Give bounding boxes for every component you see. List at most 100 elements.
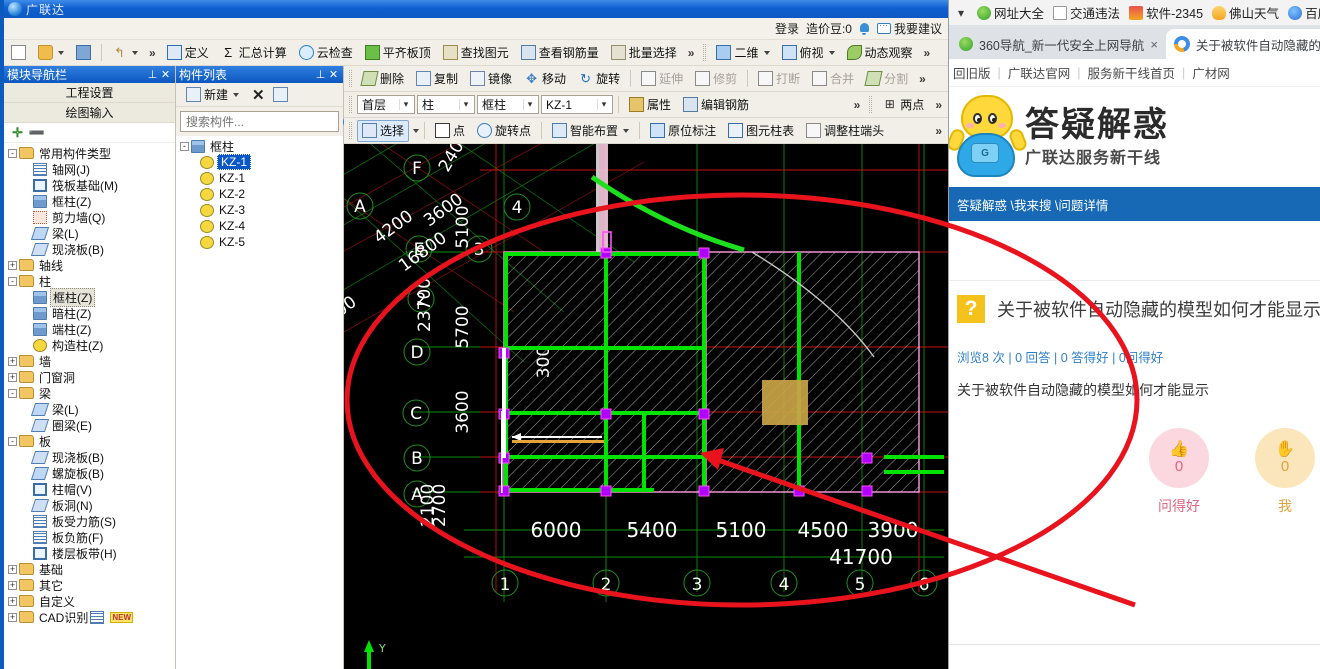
bookmark-site-directory[interactable]: 网址大全 [977, 3, 1044, 22]
tree-node[interactable]: 现浇板(B) [4, 449, 175, 465]
tree-node[interactable]: 螺旋板(B) [4, 465, 175, 481]
nav-button-project-settings[interactable]: 工程设置 [4, 83, 175, 103]
chevron-down-icon[interactable] [623, 128, 630, 133]
cloud-check-button[interactable]: 云检查 [294, 42, 358, 64]
site-nav-old-version[interactable]: 回旧版 [953, 63, 991, 82]
延伸-button[interactable]: 延伸 [636, 68, 688, 90]
tree-toggle-icon[interactable]: + [8, 564, 17, 574]
bookmark-foshan-weather[interactable]: 佛山天气 [1212, 3, 1279, 22]
打断-button[interactable]: 打断 [753, 68, 805, 90]
component-item[interactable]: KZ-1 [176, 154, 343, 170]
tree-node[interactable]: + 门窗洞 [4, 369, 175, 385]
view-2d-button[interactable]: 二维 [711, 42, 774, 64]
component-item[interactable]: KZ-5 [176, 234, 343, 250]
tree-node[interactable]: -板 [4, 433, 175, 449]
toolbar-overflow-2[interactable]: » [684, 46, 699, 60]
bookmark-traffic-violation[interactable]: 交通违法 [1053, 3, 1120, 22]
tree-node[interactable]: 梁(L) [4, 225, 175, 241]
component-item[interactable]: KZ-2 [176, 186, 343, 202]
tree-toggle-icon[interactable]: + [8, 580, 17, 590]
合并-button[interactable]: 合并 [807, 68, 859, 90]
vote-good-question-button[interactable]: 👍 0 问得好 [1149, 428, 1209, 516]
tree-node[interactable]: 板受力筋(S) [4, 513, 175, 529]
category-combo[interactable]: 柱 ▾ [417, 95, 475, 114]
tree-toggle-icon[interactable]: + [8, 372, 17, 382]
component-item[interactable]: KZ-4 [176, 218, 343, 234]
tree-node[interactable]: -梁 [4, 385, 175, 401]
type-combo[interactable]: 框柱 ▾ [477, 95, 539, 114]
tree-node[interactable]: + 墙 [4, 353, 175, 369]
dynamic-orbit-button[interactable]: 动态观察 [842, 42, 918, 64]
vote-me-too-button[interactable]: ✋ 0 我 [1255, 428, 1315, 516]
two-point-button[interactable]: ⊞ 两点 [877, 94, 929, 116]
context-toolbar-overflow[interactable]: » [850, 98, 865, 112]
summary-calc-button[interactable]: Σ 汇总计算 [216, 42, 292, 64]
tab-close-icon[interactable]: × [1150, 37, 1158, 52]
tree-node[interactable]: - 常用构件类型 [4, 145, 175, 161]
pin-icon[interactable]: ⊥ [146, 68, 159, 81]
chevron-down-icon[interactable] [763, 50, 770, 55]
site-nav-material[interactable]: 广材网 [1192, 63, 1230, 82]
tree-node[interactable]: 圈梁(E) [4, 417, 175, 433]
tree-toggle-icon[interactable]: - [8, 436, 17, 446]
define-button[interactable]: 定义 [162, 42, 214, 64]
edit-toolbar-overflow[interactable]: » [915, 72, 930, 86]
adjust-column-head-button[interactable]: 调整柱端头 [801, 120, 889, 142]
chevron-down-icon[interactable] [132, 50, 138, 55]
new-component-button[interactable]: 新建 [181, 84, 244, 106]
tree-node[interactable]: 暗柱(Z) [4, 305, 175, 321]
bookmark-baidu[interactable]: 百度 [1288, 3, 1320, 22]
tree-toggle-icon[interactable]: + [8, 612, 17, 622]
site-nav-service-home[interactable]: 服务新干线首页 [1088, 63, 1176, 82]
tree-node[interactable]: 柱帽(V) [4, 481, 175, 497]
find-element-button[interactable]: 查找图元 [438, 42, 514, 64]
suggest-button[interactable]: 我要建议 [876, 20, 942, 37]
delete-component-button[interactable]: ✕ [252, 86, 265, 104]
bookmarks-overflow-icon[interactable]: ▾ [954, 6, 968, 20]
tree-node[interactable]: + 轴线 [4, 257, 175, 273]
component-search-box[interactable] [180, 111, 357, 132]
collapse-all-icon[interactable]: ➖ [29, 125, 45, 141]
chevron-down-icon[interactable] [828, 50, 835, 55]
tree-node[interactable]: 楼层板带(H) [4, 545, 175, 561]
tree-toggle-icon[interactable]: - [180, 141, 189, 151]
top-view-button[interactable]: 俯视 [777, 42, 840, 64]
smart-layout-button[interactable]: 智能布置 [547, 120, 634, 142]
close-icon[interactable]: ✕ [159, 68, 172, 81]
tree-toggle-icon[interactable]: + [8, 596, 17, 606]
toolbar-grip[interactable] [349, 70, 352, 87]
tree-toggle-icon[interactable]: - [8, 276, 17, 286]
search-input[interactable] [184, 113, 343, 130]
复制-button[interactable]: 复制 [411, 68, 463, 90]
login-link[interactable]: 登录 [775, 20, 799, 37]
tree-node[interactable]: 框柱(Z) [4, 193, 175, 209]
open-file-button[interactable] [33, 42, 69, 64]
cad-drawing-canvas[interactable]: FA E2 DC BA 43 12 34 56 4200 3600 16800 … [344, 66, 948, 669]
tree-node[interactable]: + 自定义 [4, 593, 175, 609]
batch-select-button[interactable]: 批量选择 [606, 42, 682, 64]
chevron-down-icon[interactable]: ▾ [399, 99, 412, 110]
修剪-button[interactable]: 修剪 [690, 68, 742, 90]
browser-tab-question[interactable]: 关于被软件自动隐藏的模型 [1165, 29, 1320, 59]
tree-node[interactable]: 板负筋(F) [4, 529, 175, 545]
pin-icon[interactable]: ⊥ [314, 68, 327, 81]
toolbar-overflow-3[interactable]: » [920, 46, 935, 60]
property-button[interactable]: 属性 [624, 94, 676, 116]
toolbar-overflow-1[interactable]: » [145, 46, 160, 60]
toolbar-grip[interactable] [703, 44, 707, 61]
point-tool-button[interactable]: 点 [430, 120, 470, 142]
tree-node[interactable]: 筏板基础(M) [4, 177, 175, 193]
tree-node[interactable]: 板洞(N) [4, 497, 175, 513]
tree-node[interactable]: + 基础 [4, 561, 175, 577]
分割-button[interactable]: 分割 [861, 68, 913, 90]
tree-node[interactable]: 端柱(Z) [4, 321, 175, 337]
view-rebar-button[interactable]: 查看钢筋量 [516, 42, 604, 64]
save-button[interactable] [71, 42, 96, 64]
bookmark-software-2345[interactable]: 软件-2345 [1129, 3, 1203, 22]
component-item[interactable]: KZ-3 [176, 202, 343, 218]
browser-tab-360[interactable]: 360导航_新一代安全上网导航 × [951, 29, 1166, 59]
chevron-down-icon[interactable] [233, 92, 240, 97]
draw-toolbar-overflow[interactable]: » [931, 124, 946, 138]
copy-component-icon[interactable] [272, 87, 288, 102]
toolbar-grip[interactable] [869, 96, 873, 113]
